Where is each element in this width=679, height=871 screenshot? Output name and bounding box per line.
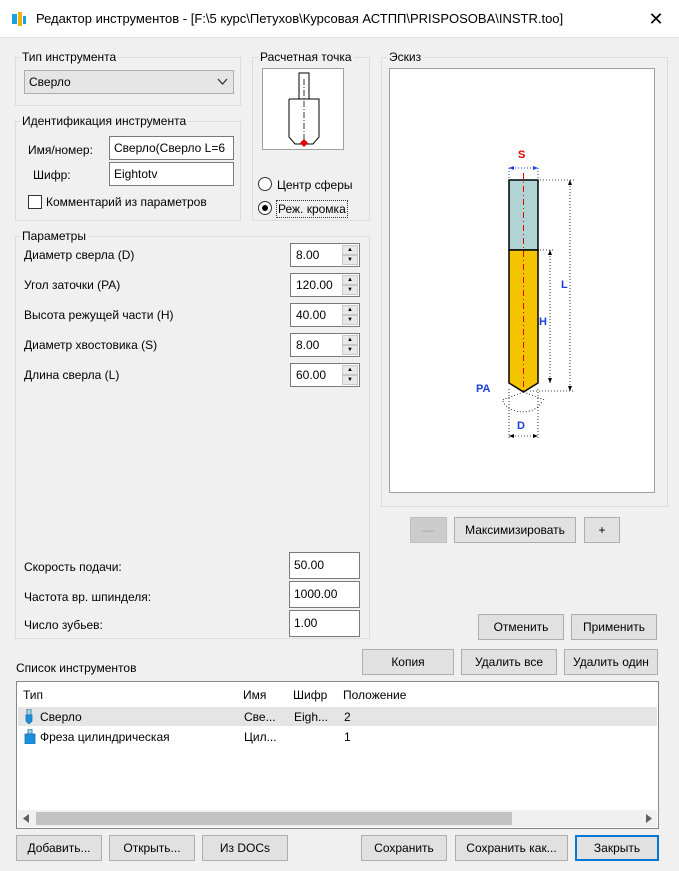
dim-d-label: D <box>517 420 525 432</box>
row-code: Eigh... <box>294 710 329 724</box>
row-type: Сверло <box>40 710 82 724</box>
column-header-code[interactable]: Шифр <box>293 688 327 702</box>
close-button[interactable]: Закрыть <box>575 835 659 861</box>
window-title: Редактор инструментов - [F:\5 курс\Петух… <box>36 11 564 26</box>
table-row[interactable]: Фреза цилиндрическая Цил... 1 <box>18 727 657 746</box>
identification-group-label: Идентификация инструмента <box>20 114 189 128</box>
calc-point-group-label: Расчетная точка <box>258 50 354 64</box>
horizontal-scrollbar[interactable] <box>18 810 657 827</box>
save-as-button[interactable]: Сохранить как... <box>455 835 568 861</box>
minimize-sketch-button[interactable]: — <box>410 517 447 543</box>
row-position: 1 <box>344 730 351 744</box>
spin-up-button[interactable]: ▲ <box>342 365 358 375</box>
chevron-down-icon <box>217 78 228 85</box>
copy-button[interactable]: Копия <box>362 649 454 675</box>
tool-list-label: Список инструментов <box>16 661 137 675</box>
teeth-label: Число зубьев: <box>24 618 103 632</box>
dim-pa-label: PA <box>476 383 491 395</box>
close-window-button[interactable]: ✕ <box>640 4 672 34</box>
maximize-sketch-button[interactable]: Максимизировать <box>454 517 576 543</box>
spin-down-button[interactable]: ▼ <box>342 345 358 355</box>
calc-point-preview <box>262 68 344 150</box>
column-header-name[interactable]: Имя <box>243 688 266 702</box>
spin-up-button[interactable]: ▲ <box>342 245 358 255</box>
sketch-group-label: Эскиз <box>387 50 424 64</box>
plus-sketch-button[interactable]: + <box>584 517 620 543</box>
tool-type-select[interactable]: Сверло <box>24 70 234 94</box>
tool-type-group-label: Тип инструмента <box>20 50 119 64</box>
row-type: Фреза цилиндрическая <box>40 730 170 744</box>
column-header-type[interactable]: Тип <box>23 688 43 702</box>
param-value: 40.00 <box>296 308 327 322</box>
param-value: 60.00 <box>296 368 327 382</box>
param-spinner[interactable]: 8.00 ▲ ▼ <box>290 243 360 267</box>
comment-checkbox-label: Комментарий из параметров <box>46 195 207 209</box>
comment-checkbox[interactable] <box>28 195 42 209</box>
param-label: Диаметр хвостовика (S) <box>24 338 158 352</box>
scrollbar-thumb[interactable] <box>36 812 512 825</box>
radio-sphere-center[interactable] <box>258 177 272 191</box>
drill-icon <box>25 709 33 724</box>
spin-down-button[interactable]: ▼ <box>342 255 358 265</box>
add-button[interactable]: Добавить... <box>16 835 102 861</box>
spindle-input[interactable]: 1000.00 <box>289 581 360 608</box>
radio-cutting-edge-label: Реж. кромка <box>276 200 348 218</box>
dim-h-label: H <box>539 316 547 328</box>
tool-type-value: Сверло <box>29 75 71 89</box>
spin-down-button[interactable]: ▼ <box>342 285 358 295</box>
dim-l-label: L <box>561 279 568 291</box>
cancel-button[interactable]: Отменить <box>478 614 564 640</box>
spin-up-button[interactable]: ▲ <box>342 275 358 285</box>
param-value: 120.00 <box>296 278 333 292</box>
name-label: Имя/номер: <box>28 143 93 157</box>
delete-one-button[interactable]: Удалить один <box>564 649 658 675</box>
spindle-label: Частота вр. шпинделя: <box>24 590 152 604</box>
spin-up-button[interactable]: ▲ <box>342 335 358 345</box>
radio-cutting-edge[interactable] <box>258 201 272 215</box>
param-label: Длина сверла (L) <box>24 368 120 382</box>
open-button[interactable]: Открыть... <box>109 835 195 861</box>
from-docs-button[interactable]: Из DOCs <box>202 835 288 861</box>
row-name: Све... <box>244 710 276 724</box>
params-group-label: Параметры <box>20 229 88 243</box>
chevron-left-icon[interactable] <box>22 814 30 823</box>
teeth-input[interactable]: 1.00 <box>289 610 360 637</box>
code-input[interactable]: Eightotv <box>109 162 234 186</box>
delete-all-button[interactable]: Удалить все <box>461 649 557 675</box>
apply-button[interactable]: Применить <box>571 614 657 640</box>
row-position: 2 <box>344 710 351 724</box>
param-label: Угол заточки (PA) <box>24 278 121 292</box>
param-spinner[interactable]: 8.00 ▲ ▼ <box>290 333 360 357</box>
table-row[interactable]: Сверло Све... Eigh... 2 <box>18 707 657 726</box>
mill-icon <box>24 729 36 744</box>
radio-sphere-center-label: Центр сферы <box>277 178 353 192</box>
spin-down-button[interactable]: ▼ <box>342 315 358 325</box>
param-value: 8.00 <box>296 338 320 352</box>
code-label: Шифр: <box>33 168 71 182</box>
spin-down-button[interactable]: ▼ <box>342 375 358 385</box>
param-label: Высота режущей части (H) <box>24 308 174 322</box>
column-header-position[interactable]: Положение <box>343 688 406 702</box>
tool-list[interactable]: Тип Имя Шифр Положение Сверло Све... Eig… <box>16 681 659 829</box>
param-spinner[interactable]: 120.00 ▲ ▼ <box>290 273 360 297</box>
spin-up-button[interactable]: ▲ <box>342 305 358 315</box>
param-value: 8.00 <box>296 248 320 262</box>
param-spinner[interactable]: 40.00 ▲ ▼ <box>290 303 360 327</box>
feed-input[interactable]: 50.00 <box>289 552 360 579</box>
save-button[interactable]: Сохранить <box>361 835 447 861</box>
title-bar: Редактор инструментов - [F:\5 курс\Петух… <box>0 0 679 38</box>
param-label: Диаметр сверла (D) <box>24 248 135 262</box>
chevron-right-icon[interactable] <box>645 814 653 823</box>
app-icon <box>12 12 26 26</box>
feed-label: Скорость подачи: <box>24 560 122 574</box>
param-spinner[interactable]: 60.00 ▲ ▼ <box>290 363 360 387</box>
name-input[interactable]: Сверло(Сверло L=6 <box>109 136 234 160</box>
dim-s-label: S <box>518 149 526 161</box>
row-name: Цил... <box>244 730 277 744</box>
